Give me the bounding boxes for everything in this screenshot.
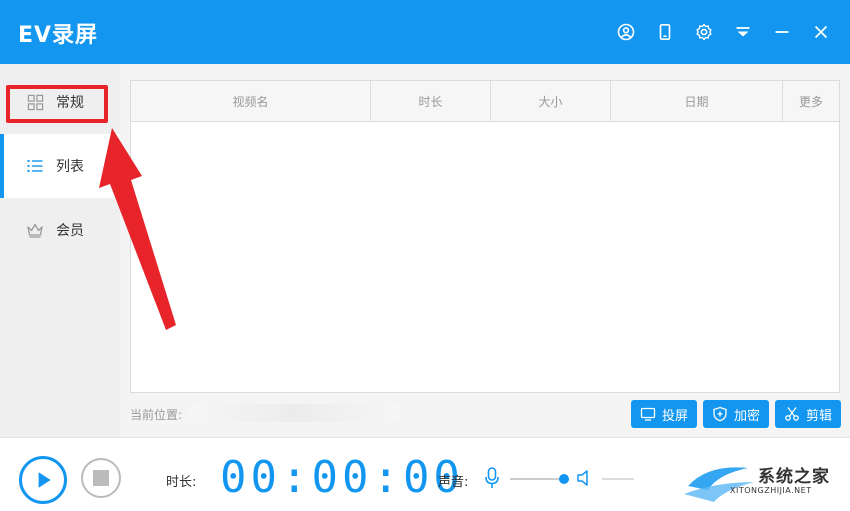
watermark-subtitle: XITONGZHIJIA.NET <box>730 486 812 495</box>
sidebar-item-list[interactable]: 列表 <box>0 134 120 198</box>
slider-knob[interactable] <box>559 474 569 484</box>
sidebar-item-label: 列表 <box>56 159 84 175</box>
encrypt-button[interactable]: 加密 <box>703 400 769 428</box>
edit-label: 剪辑 <box>805 408 832 424</box>
sidebar-item-vip[interactable]: 会员 <box>0 198 120 262</box>
video-table: 视频名 时长 大小 日期 更多 <box>130 80 840 393</box>
window-controls <box>606 20 840 44</box>
column-header-name[interactable]: 视频名 <box>131 81 371 121</box>
list-icon <box>26 157 44 175</box>
watermark-logo: 系统之家 XITONGZHIJIA.NET <box>678 456 846 508</box>
speaker-icon[interactable] <box>576 469 594 487</box>
crown-icon <box>26 221 44 239</box>
sidebar-item-label: 会员 <box>56 223 84 239</box>
mobile-icon[interactable] <box>645 20 684 44</box>
column-header-size[interactable]: 大小 <box>491 81 611 121</box>
play-icon <box>38 472 51 488</box>
watermark-title: 系统之家 <box>758 467 830 487</box>
shield-icon <box>713 406 727 422</box>
gear-icon[interactable] <box>684 20 723 44</box>
microphone-icon[interactable] <box>484 467 500 489</box>
user-icon[interactable] <box>606 20 645 44</box>
microphone-volume-slider[interactable] <box>510 474 569 484</box>
sound-label: 声音: <box>438 475 469 490</box>
menu-dropdown-icon[interactable] <box>723 20 762 44</box>
play-button[interactable] <box>19 456 67 504</box>
cast-button[interactable]: 投屏 <box>631 400 697 428</box>
app-title: EV录屏 <box>18 23 99 48</box>
stop-button[interactable] <box>81 458 121 498</box>
location-label: 当前位置: <box>130 408 183 422</box>
cast-label: 投屏 <box>661 408 688 424</box>
edit-button[interactable]: 剪辑 <box>775 400 841 428</box>
close-icon[interactable] <box>801 20 840 44</box>
duration-label: 时长: <box>166 475 197 490</box>
sidebar-item-general[interactable]: 常规 <box>0 70 120 134</box>
sidebar-item-label: 常规 <box>56 95 84 111</box>
column-header-more[interactable]: 更多 <box>783 81 839 121</box>
location-path[interactable] <box>190 404 400 422</box>
sidebar: 常规 列表 会员 <box>0 64 120 437</box>
column-header-duration[interactable]: 时长 <box>371 81 491 121</box>
grid-icon <box>26 93 44 111</box>
title-bar: EV录屏 <box>0 0 850 64</box>
watermark-emblem-icon <box>684 467 754 502</box>
table-body <box>131 122 839 392</box>
table-header: 视频名 时长 大小 日期 更多 <box>131 81 839 122</box>
encrypt-label: 加密 <box>733 408 760 424</box>
scissors-icon <box>785 407 799 421</box>
minimize-icon[interactable] <box>762 20 801 44</box>
speaker-volume-slider[interactable] <box>602 478 634 480</box>
column-header-date[interactable]: 日期 <box>611 81 783 121</box>
record-timer: 00:00:00 <box>220 452 464 503</box>
stop-icon <box>93 470 109 486</box>
cast-icon <box>640 407 656 421</box>
